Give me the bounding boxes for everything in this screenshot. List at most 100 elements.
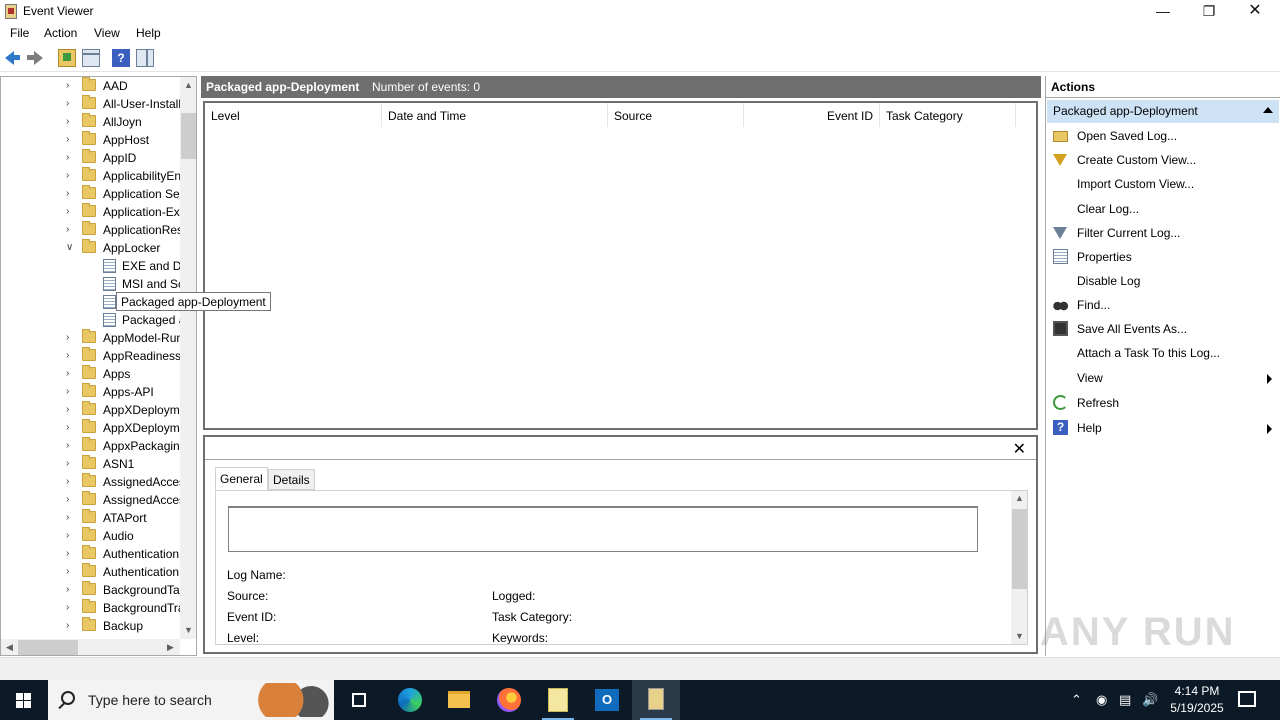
tab-details[interactable]: Details: [268, 469, 315, 490]
tree-horizontal-thumb[interactable]: [18, 640, 78, 655]
detail-vertical-scrollbar[interactable]: ▲ ▼: [1011, 491, 1027, 644]
action-item[interactable]: Disable Log: [1046, 270, 1280, 292]
tree-folder-item[interactable]: › ATAPort: [1, 509, 181, 527]
chevron-right-icon[interactable]: ›: [66, 620, 69, 631]
chevron-right-icon[interactable]: ›: [66, 494, 69, 505]
notepad-taskbar-button[interactable]: [534, 680, 582, 720]
tree-log-item[interactable]: MSI and Script: [1, 275, 181, 293]
action-item[interactable]: Attach a Task To this Log...: [1046, 342, 1280, 364]
column-source[interactable]: Source: [608, 103, 744, 127]
tree-folder-item[interactable]: › ApplicationResourceManagementSystem: [1, 221, 181, 239]
chevron-down-icon[interactable]: ∨: [66, 242, 73, 253]
chevron-right-icon[interactable]: ›: [66, 188, 69, 199]
chevron-right-icon[interactable]: ›: [66, 152, 69, 163]
firefox-taskbar-button[interactable]: [485, 680, 533, 720]
tree-folder-item[interactable]: › BackgroundTaskInfrastructure: [1, 581, 181, 599]
chevron-right-icon[interactable]: ›: [66, 170, 69, 181]
chevron-right-icon[interactable]: ›: [66, 332, 69, 343]
tree-folder-item[interactable]: › AAD: [1, 77, 181, 95]
help-icon[interactable]: ?: [112, 49, 130, 67]
chevron-right-icon[interactable]: ›: [66, 386, 69, 397]
detail-scroll-up-arrow[interactable]: ▲: [1011, 493, 1027, 503]
outlook-taskbar-button[interactable]: O: [583, 680, 631, 720]
show-hide-action-pane-icon[interactable]: [136, 49, 154, 67]
event-description-box[interactable]: [228, 506, 978, 552]
action-item[interactable]: ? Help: [1046, 417, 1280, 439]
meet-now-icon[interactable]: ◉: [1096, 692, 1107, 708]
tree-folder-item[interactable]: › AppModel-Runtime: [1, 329, 181, 347]
column-level[interactable]: Level: [205, 103, 382, 127]
clock-date[interactable]: 5/19/2025: [1166, 701, 1228, 715]
action-item[interactable]: Import Custom View...: [1046, 173, 1280, 195]
tree-folder-item[interactable]: › ApplicabilityEngine: [1, 167, 181, 185]
scroll-up-arrow[interactable]: ▲: [180, 80, 196, 90]
chevron-right-icon[interactable]: ›: [66, 368, 69, 379]
chevron-right-icon[interactable]: ›: [66, 566, 69, 577]
chevron-right-icon[interactable]: ›: [66, 422, 69, 433]
event-list[interactable]: Level Date and Time Source Event ID Task…: [203, 101, 1038, 430]
tree-folder-item[interactable]: › Authentication: [1, 545, 181, 563]
action-item[interactable]: Filter Current Log...: [1046, 222, 1280, 244]
menu-view[interactable]: View: [94, 26, 120, 40]
tree-folder-item[interactable]: › AppReadiness: [1, 347, 181, 365]
column-date-time[interactable]: Date and Time: [382, 103, 608, 127]
tree-vertical-thumb[interactable]: [181, 113, 196, 159]
chevron-right-icon[interactable]: ›: [66, 206, 69, 217]
action-item[interactable]: Clear Log...: [1046, 198, 1280, 220]
scroll-right-arrow[interactable]: ▶: [162, 642, 179, 653]
notifications-icon[interactable]: [1238, 691, 1256, 707]
restore-button[interactable]: ❐: [1186, 0, 1232, 23]
detail-scroll-down-arrow[interactable]: ▼: [1011, 631, 1027, 641]
tree-folder-item[interactable]: › BackgroundTransfer-ContentPrefetcher: [1, 599, 181, 617]
tree-folder-item[interactable]: › AppHost: [1, 131, 181, 149]
action-item[interactable]: Refresh: [1046, 392, 1280, 414]
tree-log-item[interactable]: Packaged app-Execution: [1, 311, 181, 329]
tree-folder-item[interactable]: › Authentication User Interface: [1, 563, 181, 581]
tree-folder-item[interactable]: › AppXDeployment-Server: [1, 419, 181, 437]
tab-general[interactable]: General: [215, 467, 268, 490]
tree-folder-item[interactable]: › Application Server-Applications: [1, 185, 181, 203]
action-item[interactable]: Create Custom View...: [1046, 149, 1280, 171]
event-viewer-taskbar-button[interactable]: [632, 680, 680, 720]
chevron-right-icon[interactable]: ›: [66, 98, 69, 109]
tree-folder-item[interactable]: › Application-Experience: [1, 203, 181, 221]
tree-vertical-scrollbar[interactable]: ▲ ▼: [180, 77, 196, 639]
forward-icon[interactable]: [26, 49, 44, 67]
scroll-left-arrow[interactable]: ◀: [1, 642, 18, 653]
tree-folder-item[interactable]: › AllJoyn: [1, 113, 181, 131]
minimize-button[interactable]: —: [1140, 0, 1186, 23]
chevron-right-icon[interactable]: ›: [66, 548, 69, 559]
menu-action[interactable]: Action: [44, 26, 77, 40]
tree-folder-item[interactable]: › AssignedAccessBroker: [1, 491, 181, 509]
chevron-right-icon[interactable]: ›: [66, 440, 69, 451]
start-button[interactable]: [0, 680, 48, 720]
chevron-right-icon[interactable]: ›: [66, 404, 69, 415]
chevron-right-icon[interactable]: ›: [66, 350, 69, 361]
column-event-id[interactable]: Event ID: [744, 103, 880, 127]
chevron-right-icon[interactable]: ›: [66, 224, 69, 235]
tree-folder-item[interactable]: › ASN1: [1, 455, 181, 473]
up-folder-icon[interactable]: [58, 49, 76, 67]
action-item[interactable]: View: [1046, 367, 1280, 389]
task-view-button[interactable]: [336, 680, 384, 720]
volume-icon[interactable]: 🔊: [1142, 692, 1158, 708]
tree-folder-item[interactable]: › All-User-Install: [1, 95, 181, 113]
chevron-right-icon[interactable]: ›: [66, 80, 69, 91]
detail-vertical-thumb[interactable]: [1012, 509, 1027, 589]
tree-folder-item[interactable]: › Apps-API: [1, 383, 181, 401]
chevron-right-icon[interactable]: ›: [66, 512, 69, 523]
tree-log-item[interactable]: EXE and DLL: [1, 257, 181, 275]
clock-time[interactable]: 4:14 PM: [1172, 684, 1222, 698]
chevron-right-icon[interactable]: ›: [66, 458, 69, 469]
tree-folder-item[interactable]: ∨ AppLocker: [1, 239, 181, 257]
menu-file[interactable]: File: [10, 26, 29, 40]
tree-horizontal-scrollbar[interactable]: ◀ ▶: [1, 639, 180, 655]
actions-section-header[interactable]: Packaged app-Deployment: [1047, 100, 1279, 123]
chevron-right-icon[interactable]: ›: [66, 116, 69, 127]
tree-folder-item[interactable]: › AppID: [1, 149, 181, 167]
chevron-right-icon[interactable]: ›: [66, 476, 69, 487]
action-item[interactable]: Save All Events As...: [1046, 318, 1280, 340]
close-window-button[interactable]: ✕: [1232, 0, 1278, 23]
close-detail-icon[interactable]: ✕: [1013, 439, 1026, 459]
action-item[interactable]: Find...: [1046, 294, 1280, 316]
